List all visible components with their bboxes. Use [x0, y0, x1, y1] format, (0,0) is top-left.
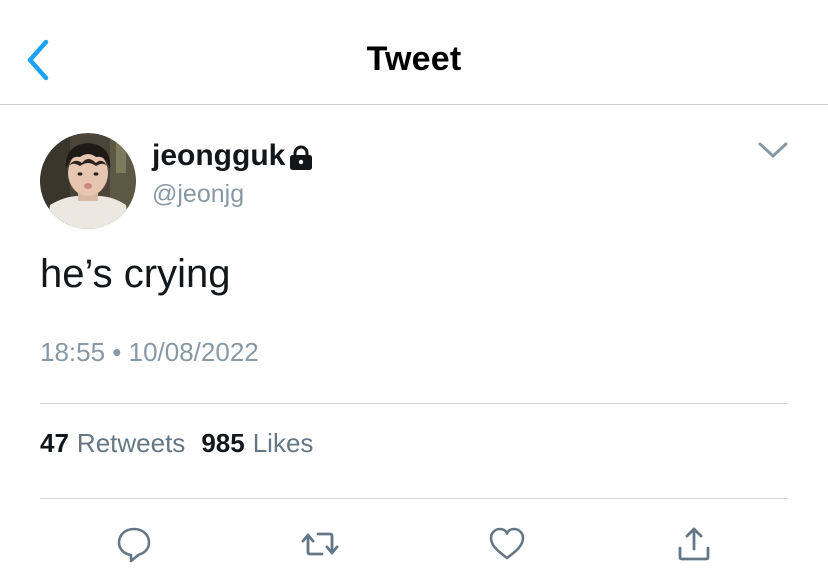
likes-label: Likes [252, 428, 314, 458]
retweets-label: Retweets [76, 428, 186, 458]
tweet-timestamp: 18:55 • 10/08/2022 [40, 337, 259, 367]
author-handle: @jeonjg [152, 180, 245, 208]
avatar-image [40, 133, 136, 229]
share-icon [678, 527, 710, 561]
author-name-row: jeongguk [152, 136, 313, 176]
top-bar: Tweet [0, 0, 828, 105]
likes-stat[interactable]: 985 Likes [201, 428, 313, 459]
divider [40, 498, 788, 499]
share-button[interactable] [674, 524, 714, 564]
like-button[interactable] [487, 524, 527, 564]
reply-button[interactable] [114, 524, 154, 564]
tweet-menu-button[interactable] [756, 138, 790, 162]
tweet-text: he’s crying [40, 252, 231, 296]
retweets-count: 47 [40, 428, 69, 458]
tweet-detail-screen: Tweet jeongguk @jeonjg he’s crying 18:55… [0, 0, 828, 581]
chevron-down-icon [758, 142, 788, 158]
author-name[interactable]: jeongguk [152, 139, 285, 173]
avatar[interactable] [40, 133, 136, 229]
tweet-stats: 47 Retweets 985 Likes [40, 428, 313, 459]
heart-icon [489, 527, 525, 560]
retweets-stat[interactable]: 47 Retweets [40, 428, 185, 459]
likes-count: 985 [201, 428, 245, 458]
page-title: Tweet [366, 40, 462, 78]
divider [40, 403, 788, 404]
lock-icon [289, 145, 313, 171]
reply-icon [117, 527, 151, 563]
retweet-icon [301, 532, 339, 556]
retweet-button[interactable] [300, 524, 340, 564]
